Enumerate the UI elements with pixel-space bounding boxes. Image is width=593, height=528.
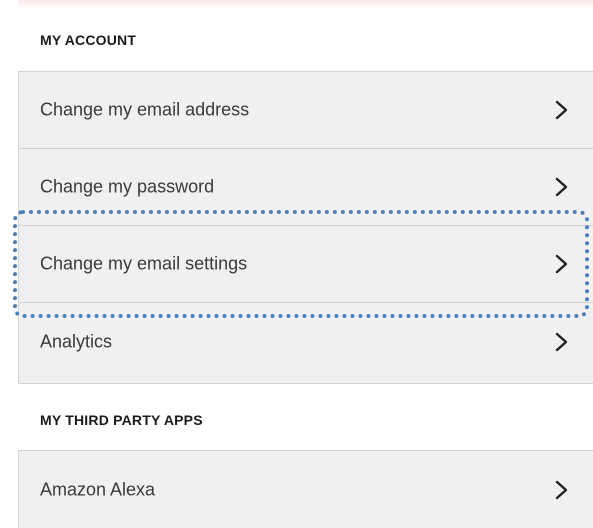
chevron-right-icon: [555, 332, 568, 351]
change-email-settings-row[interactable]: Change my email settings: [19, 226, 593, 303]
chevron-right-icon: [555, 254, 568, 274]
row-label: Analytics: [40, 331, 113, 351]
analytics-row[interactable]: Analytics: [19, 303, 593, 380]
row-label: Change my email settings: [40, 253, 248, 274]
row-label: Change my email address: [40, 99, 250, 120]
chevron-right-icon: [555, 177, 568, 197]
row-label: Change my password: [40, 176, 215, 197]
third-party-apps-list: Amazon Alexa: [18, 450, 593, 528]
change-email-address-row[interactable]: Change my email address: [19, 72, 593, 149]
chevron-right-icon: [555, 100, 568, 120]
third-party-apps-heading: MY THIRD PARTY APPS: [40, 412, 203, 428]
change-password-row[interactable]: Change my password: [19, 149, 593, 226]
my-account-heading: MY ACCOUNT: [40, 32, 137, 48]
amazon-alexa-row[interactable]: Amazon Alexa: [19, 451, 593, 528]
row-label: Amazon Alexa: [40, 479, 156, 499]
chevron-right-icon: [555, 480, 568, 499]
top-header-strip: [18, 0, 593, 8]
my-account-list: Change my email address Change my passwo…: [18, 71, 593, 384]
